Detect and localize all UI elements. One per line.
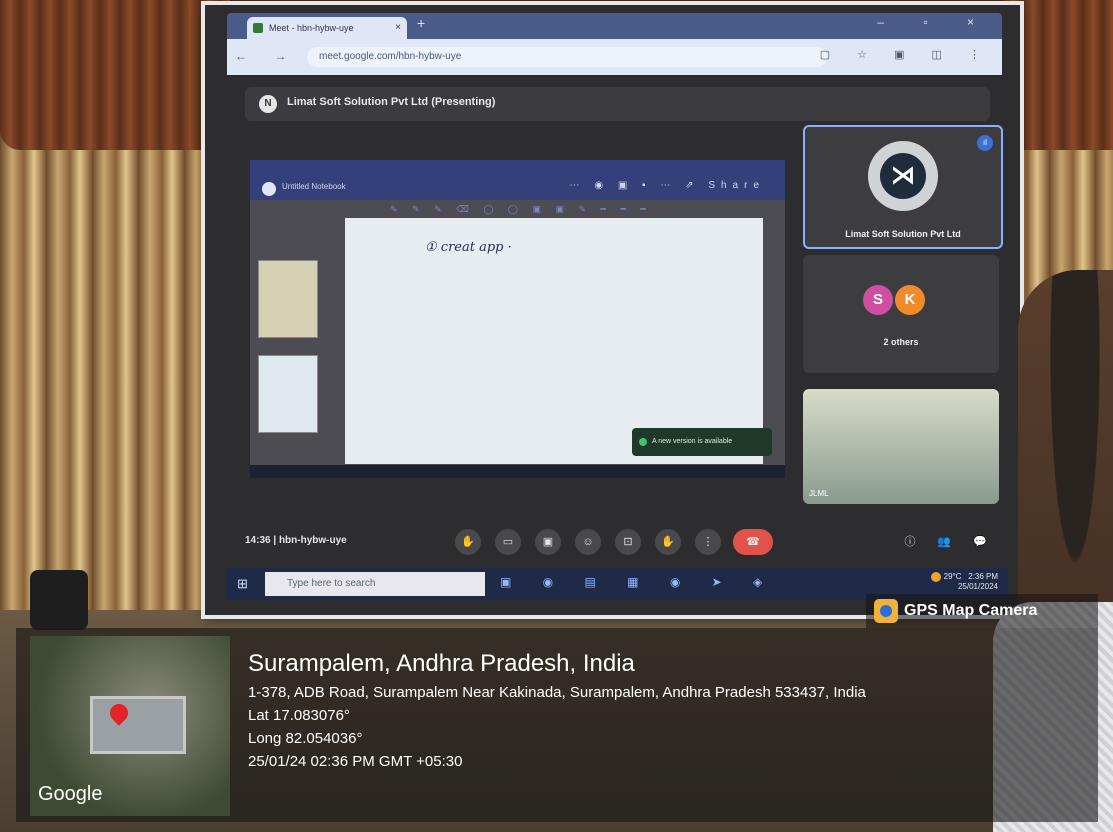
captions-button[interactable]: ▣ xyxy=(535,529,561,555)
people-button[interactable]: 👥 xyxy=(931,529,957,555)
hand-button[interactable]: ✋ xyxy=(655,529,681,555)
raise-hand-button[interactable]: ✋ xyxy=(455,529,481,555)
tab-title: Meet - hbn-hybw-uye xyxy=(269,23,354,33)
page-thumbnail xyxy=(258,260,318,338)
present-button[interactable]: ⊡ xyxy=(615,529,641,555)
update-notice: A new version is available xyxy=(632,428,772,456)
conference-camera xyxy=(30,570,88,630)
notebook-icon xyxy=(262,182,276,196)
weather-temp: 29°C xyxy=(943,572,962,582)
gps-info-panel: Google Surampalem, Andhra Pradesh, India… xyxy=(16,628,1098,822)
meet-control-bar: 14:36 | hbn-hybw-uye ✋ ▭ ▣ ☺ ⊡ ✋ ⋮ ☎ ⓘ 👥… xyxy=(205,517,1020,565)
new-tab-button[interactable]: + xyxy=(417,15,425,31)
taskbar-apps[interactable]: ▣ ◉ ▤ ▦ ◉ ➤ ◈ xyxy=(500,575,776,589)
camera-button[interactable]: ▭ xyxy=(495,529,521,555)
notebook-title: Untitled Notebook xyxy=(282,182,346,191)
company-logo-icon: ⋊ xyxy=(880,153,926,199)
window-controls[interactable]: – ▫ × xyxy=(877,15,992,29)
browser-tabbar: Meet - hbn-hybw-uye × + – ▫ × xyxy=(227,13,1002,39)
shared-taskbar xyxy=(250,465,785,478)
status-dot-icon xyxy=(639,438,647,446)
valance-left xyxy=(0,0,230,150)
system-tray: 29°C 2:36 PM 25/01/2024 xyxy=(930,572,998,591)
weather-icon xyxy=(930,572,941,582)
location-place: Surampalem, Andhra Pradesh, India xyxy=(248,650,635,677)
meeting-time: 14:36 xyxy=(245,535,271,546)
location-lat: Lat 17.083076° xyxy=(248,707,350,724)
tab-close-icon[interactable]: × xyxy=(395,17,401,39)
presenter-logo-icon: N xyxy=(259,95,277,113)
others-avatars: SK xyxy=(863,285,927,315)
pen-toolbar: ✎ ✎ ✎ ⌫ ◯ ◯ ▣ ▣ ✎ ━ ━ ━ xyxy=(390,204,652,214)
location-address: 1-378, ADB Road, Surampalem Near Kakinad… xyxy=(248,684,866,701)
location-datetime: 25/01/24 02:36 PM GMT +05:30 xyxy=(248,753,463,770)
presenting-banner: N Limat Soft Solution Pvt Ltd (Presentin… xyxy=(245,87,990,121)
tray-time: 2:36 PM xyxy=(968,572,998,582)
info-button[interactable]: ⓘ xyxy=(897,529,923,555)
handwritten-ink: ① creat app · xyxy=(425,240,512,255)
chat-button[interactable]: 💬 xyxy=(967,529,993,555)
location-details: Surampalem, Andhra Pradesh, India 1-378,… xyxy=(248,650,866,776)
location-long: Long 82.054036° xyxy=(248,730,363,747)
url-input[interactable]: meet.google.com/hbn-hybw-uye xyxy=(307,47,827,67)
more-options-button[interactable]: ⋮ xyxy=(695,529,721,555)
notebook-toolbar: Untitled Notebook ⋯ ◉ ▣ ▪ ⋯ ⇗ Share xyxy=(250,160,785,200)
participant-tile-others[interactable]: SK 2 others xyxy=(803,255,999,373)
map-brand: Google xyxy=(38,783,103,805)
room-label: JLML xyxy=(809,489,829,498)
taskbar-search-input[interactable]: Type here to search xyxy=(265,572,485,596)
meet-favicon-icon xyxy=(253,23,263,33)
meeting-time-code: 14:36 | hbn-hybw-uye xyxy=(245,535,347,546)
projector-screen: Meet - hbn-hybw-uye × + – ▫ × ← → ⟳ meet… xyxy=(205,5,1020,615)
map-building xyxy=(90,696,186,754)
meeting-code: hbn-hybw-uye xyxy=(278,535,347,546)
shared-screen: Untitled Notebook ⋯ ◉ ▣ ▪ ⋯ ⇗ Share ✎ ✎ … xyxy=(250,160,785,478)
tray-date: 25/01/2024 xyxy=(957,582,998,591)
tab-meet[interactable]: Meet - hbn-hybw-uye × xyxy=(247,17,407,39)
participant-tile-room[interactable]: JLML xyxy=(803,389,999,504)
end-call-button[interactable]: ☎ xyxy=(733,529,773,555)
windows-start-icon[interactable]: ⊞ xyxy=(237,576,248,592)
avatar: K xyxy=(895,285,925,315)
photo-scene: Meet - hbn-hybw-uye × + – ▫ × ← → ⟳ meet… xyxy=(0,0,1113,832)
notice-text: A new version is available xyxy=(652,438,733,445)
location-map: Google xyxy=(30,636,230,816)
address-bar-area: ← → ⟳ meet.google.com/hbn-hybw-uye ▢ ☆ ▣… xyxy=(227,39,1002,75)
participant-tile-presenter[interactable]: ıl ⋊ Limat Soft Solution Pvt Ltd xyxy=(803,125,1003,249)
gps-brand-label: GPS Map Camera xyxy=(904,602,1038,619)
participant-name: Limat Soft Solution Pvt Ltd xyxy=(845,229,961,239)
notebook-tools: ⋯ ◉ ▣ ▪ ⋯ ⇗ Share xyxy=(569,180,765,191)
gps-brand-badge: GPS Map Camera xyxy=(866,594,1098,628)
browser-toolbar-icons[interactable]: ▢ ☆ ▣ ◫ ⋮ xyxy=(820,48,992,61)
participant-avatar: ⋊ xyxy=(868,141,938,211)
reactions-button[interactable]: ☺ xyxy=(575,529,601,555)
gps-camera-icon xyxy=(874,599,898,623)
presenter-title: Limat Soft Solution Pvt Ltd (Presenting) xyxy=(287,96,496,108)
speaking-icon: ıl xyxy=(977,135,993,151)
page-thumbnail xyxy=(258,355,318,433)
avatar: S xyxy=(863,285,893,315)
page-thumbnails xyxy=(250,220,320,460)
others-label: 2 others xyxy=(883,337,919,347)
